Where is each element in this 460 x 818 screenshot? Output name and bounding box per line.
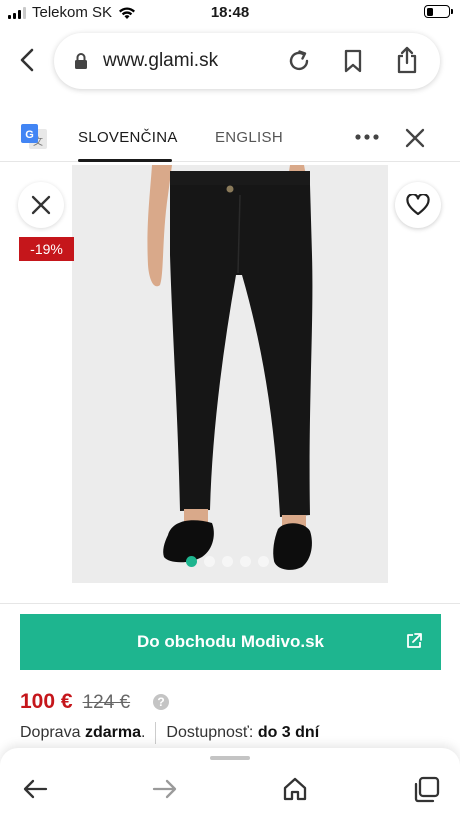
back-arrow-icon[interactable] xyxy=(22,778,48,800)
favorite-button[interactable] xyxy=(395,182,441,228)
close-icon[interactable] xyxy=(404,127,426,149)
separator xyxy=(155,722,157,744)
gallery-dot[interactable] xyxy=(204,556,215,567)
tabs-icon[interactable] xyxy=(412,776,440,804)
availability-value: do 3 dní xyxy=(257,724,320,741)
gallery-dot[interactable] xyxy=(186,556,197,567)
divider xyxy=(0,603,460,604)
shipping-period: . xyxy=(140,724,146,741)
cta-label: Do obchodu Modivo.sk xyxy=(137,632,324,651)
google-translate-icon: 文 G xyxy=(21,124,47,149)
jeans-photo xyxy=(72,165,388,583)
more-icon[interactable] xyxy=(355,134,379,140)
shipping-row: Doprava zdarma. Dostupnosť: do 3 dní xyxy=(20,722,319,744)
discount-badge: -19% xyxy=(19,237,74,261)
shipping-label: Doprava xyxy=(20,724,81,741)
status-bar: Telekom SK 18:48 xyxy=(0,0,460,26)
external-link-icon xyxy=(407,633,422,648)
gallery-dot[interactable] xyxy=(222,556,233,567)
address-bar[interactable]: www.glami.sk xyxy=(54,33,440,89)
close-gallery-button[interactable] xyxy=(18,182,64,228)
close-icon xyxy=(31,195,51,215)
back-icon xyxy=(20,48,34,72)
availability-label: Dostupnosť: xyxy=(166,724,254,741)
chevron-left-icon[interactable] xyxy=(22,379,38,407)
tab-english[interactable]: ENGLISH xyxy=(215,129,283,146)
gallery-dots xyxy=(186,556,269,567)
home-icon[interactable] xyxy=(282,776,308,802)
info-icon[interactable]: ? xyxy=(153,694,169,710)
shipping-value: zdarma xyxy=(84,724,141,741)
svg-text:G: G xyxy=(25,129,34,141)
battery-fill xyxy=(426,7,433,16)
forward-arrow-icon[interactable] xyxy=(152,778,178,800)
product-image[interactable] xyxy=(72,165,388,583)
current-price: 100 € xyxy=(20,690,73,713)
product-gallery: -19% xyxy=(0,163,460,593)
translate-bar: 文 G SLOVENČINA ENGLISH xyxy=(0,112,460,162)
url-text[interactable]: www.glami.sk xyxy=(103,50,218,72)
share-icon[interactable] xyxy=(394,45,420,75)
go-to-shop-button[interactable]: Do obchodu Modivo.sk xyxy=(20,614,441,670)
lock-icon xyxy=(75,53,87,69)
active-tab-indicator xyxy=(78,159,172,162)
heart-icon xyxy=(406,194,430,216)
clock: 18:48 xyxy=(210,4,250,21)
bookmark-icon[interactable] xyxy=(342,48,364,74)
price-row: 100 € 124 € xyxy=(20,690,130,714)
gallery-dot[interactable] xyxy=(240,556,251,567)
chevron-right-icon[interactable] xyxy=(420,379,436,407)
original-price: 124 € xyxy=(82,692,131,713)
bottom-toolbar xyxy=(0,748,460,818)
battery-icon xyxy=(424,5,453,18)
reload-icon[interactable] xyxy=(286,48,312,74)
browser-back-button[interactable] xyxy=(14,46,42,74)
gallery-dot[interactable] xyxy=(258,556,269,567)
grabber-handle[interactable] xyxy=(210,756,250,760)
tab-slovencina[interactable]: SLOVENČINA xyxy=(78,129,178,146)
